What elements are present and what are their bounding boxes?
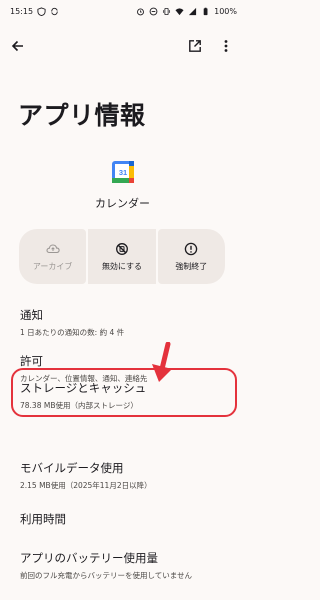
app-actions: アーカイブ 無効にする 強制終了: [19, 229, 225, 284]
disable-button[interactable]: 無効にする: [88, 229, 156, 284]
battery-percent: 100%: [214, 6, 237, 16]
item-subtitle: 1 日あたりの通知の数: 約 4 件: [20, 328, 125, 337]
sync-icon: [51, 7, 58, 15]
screen-time-item[interactable]: 利用時間: [20, 511, 230, 527]
item-title: アプリのバッテリー使用量: [20, 551, 158, 565]
notifications-item[interactable]: 通知 1 日あたりの通知の数: 約 4 件: [20, 307, 230, 338]
force-stop-label: 強制終了: [175, 261, 208, 271]
item-title: 通知: [20, 308, 43, 322]
cell-signal-icon: [189, 7, 197, 15]
calendar-date-text: 31: [119, 168, 127, 177]
item-title: 利用時間: [20, 512, 66, 526]
cloud-upload-icon: [46, 243, 60, 253]
open-app-button[interactable]: [183, 34, 207, 58]
do-not-disturb-icon: [149, 7, 158, 15]
back-button[interactable]: [6, 34, 30, 58]
open-in-new-icon: [189, 40, 201, 52]
more-vert-icon: [224, 40, 228, 52]
item-subtitle: 2.15 MB使用（2025年11月2日以降）: [20, 481, 152, 490]
top-app-bar: [0, 30, 245, 62]
red-arrow-icon: [152, 342, 172, 382]
more-options-button[interactable]: [214, 34, 238, 58]
disable-icon: [116, 242, 128, 255]
highlight-box: [11, 368, 237, 417]
force-stop-button[interactable]: 強制終了: [157, 229, 225, 284]
battery-icon: [203, 7, 208, 15]
shield-icon: [37, 6, 46, 16]
app-name: カレンダー: [95, 197, 150, 210]
page-title: アプリ情報: [18, 101, 146, 130]
battery-usage-item[interactable]: アプリのバッテリー使用量 前回のフル充電からバッテリーを使用していません: [20, 550, 230, 581]
item-title: モバイルデータ使用: [20, 461, 124, 475]
status-time: 15:15: [10, 6, 34, 16]
vibrate-icon: [163, 7, 171, 15]
force-stop-icon: [185, 242, 198, 255]
status-bar: 15:15 100%: [0, 0, 245, 22]
archive-label: アーカイブ: [32, 261, 73, 271]
item-subtitle: 前回のフル充電からバッテリーを使用していません: [20, 571, 193, 580]
archive-button: アーカイブ: [19, 229, 87, 284]
item-title: 許可: [20, 354, 43, 368]
alarm-icon: [137, 8, 145, 15]
wifi-icon: [175, 7, 184, 15]
mobile-data-item[interactable]: モバイルデータ使用 2.15 MB使用（2025年11月2日以降）: [20, 460, 230, 491]
disable-label: 無効にする: [101, 261, 143, 271]
arrow-back-icon: [11, 40, 23, 52]
calendar-app-icon: 31: [112, 161, 134, 183]
